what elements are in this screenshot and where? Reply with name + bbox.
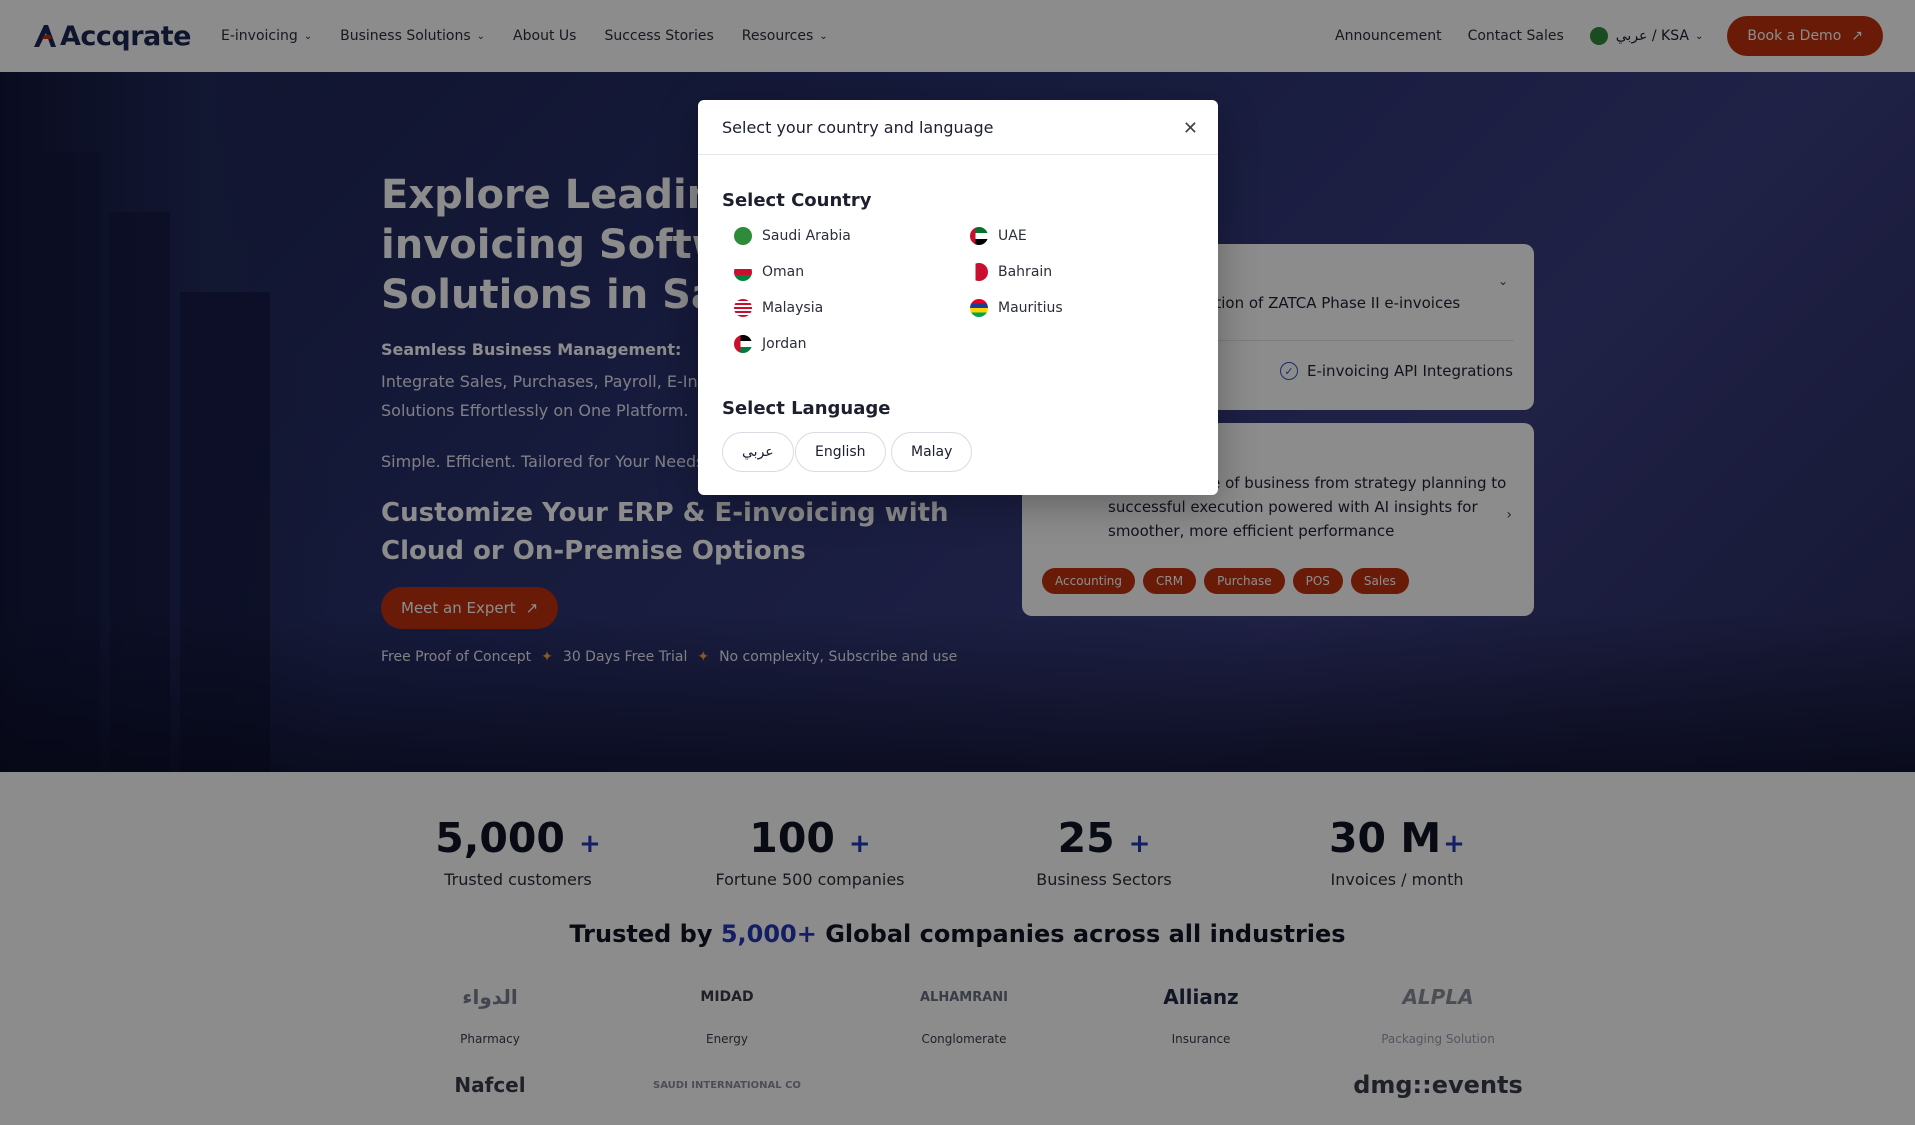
country-uae[interactable]: UAE	[970, 227, 1027, 245]
language-arabic-button[interactable]: عربي	[722, 432, 794, 472]
country-bahrain[interactable]: Bahrain	[970, 263, 1052, 281]
country-label: Oman	[762, 264, 805, 280]
close-icon[interactable]: ✕	[1183, 120, 1198, 138]
country-oman[interactable]: Oman	[734, 263, 804, 281]
country-label: UAE	[998, 228, 1027, 244]
saudi-flag-icon	[734, 227, 752, 245]
language-heading: Select Language	[722, 398, 891, 419]
bahrain-flag-icon	[970, 263, 988, 281]
country-label: Malaysia	[762, 300, 824, 316]
country-saudi-arabia[interactable]: Saudi Arabia	[734, 227, 851, 245]
country-malaysia[interactable]: Malaysia	[734, 299, 823, 317]
country-label: Saudi Arabia	[762, 228, 851, 244]
oman-flag-icon	[734, 263, 752, 281]
jordan-flag-icon	[734, 335, 752, 353]
language-malay-button[interactable]: Malay	[891, 432, 973, 472]
country-jordan[interactable]: Jordan	[734, 335, 807, 353]
country-label: Mauritius	[998, 300, 1063, 316]
uae-flag-icon	[970, 227, 988, 245]
country-heading: Select Country	[722, 190, 872, 211]
country-language-modal: Select your country and language ✕ Selec…	[698, 100, 1218, 495]
mauritius-flag-icon	[970, 299, 988, 317]
modal-header: Select your country and language ✕	[698, 100, 1218, 155]
country-label: Jordan	[762, 336, 807, 352]
country-label: Bahrain	[998, 264, 1053, 280]
modal-title: Select your country and language	[722, 118, 994, 137]
country-mauritius[interactable]: Mauritius	[970, 299, 1063, 317]
malaysia-flag-icon	[734, 299, 752, 317]
language-english-button[interactable]: English	[795, 432, 886, 472]
